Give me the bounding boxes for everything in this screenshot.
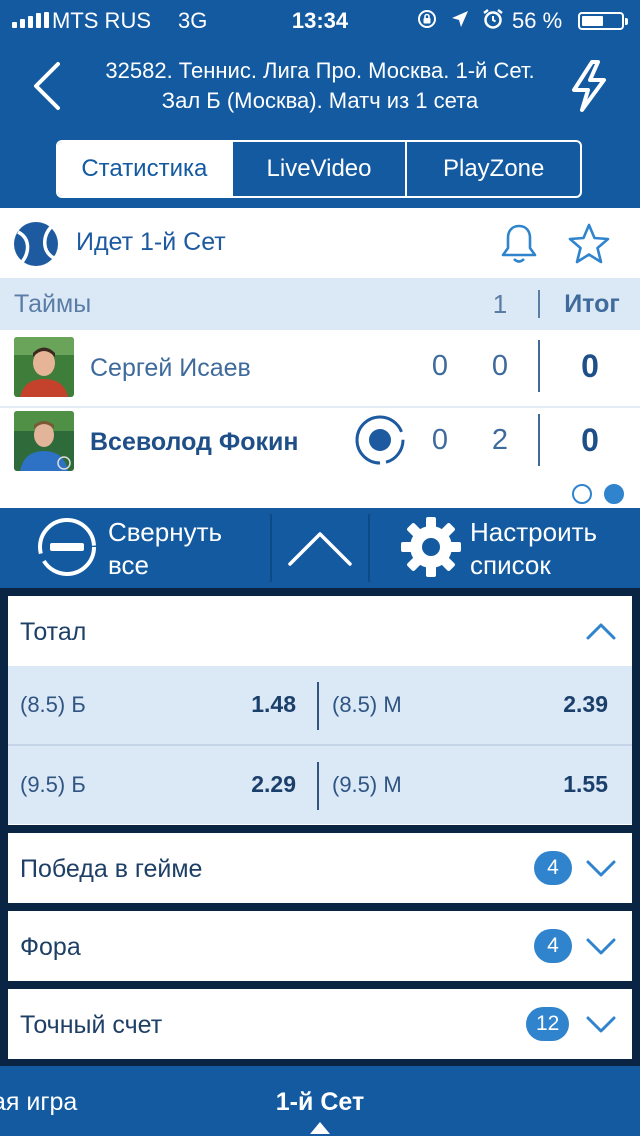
column-divider [538, 290, 540, 318]
odd-label: (9.5) М [332, 772, 402, 797]
player-name: Сергей Исаев [90, 354, 251, 382]
match-state-row: Идет 1-й Сет [0, 208, 640, 278]
odd-label: (8.5) Б [20, 692, 86, 717]
odd-label: (9.5) Б [20, 772, 86, 797]
avatar [14, 411, 74, 471]
periods-label: Таймы [14, 290, 92, 318]
divider [317, 762, 319, 810]
configure-list-button[interactable]: Настроить список [370, 508, 640, 588]
chevron-left-icon [34, 62, 60, 110]
quick-bet-button[interactable] [566, 58, 614, 114]
odd-value: 2.39 [563, 691, 608, 717]
tab-bar: Статистика LiveVideo PlayZone [56, 140, 582, 198]
game-score: 0 [491, 350, 509, 382]
page-title: 32582. Теннис. Лига Про. Москва. 1-й Сет… [105, 58, 535, 113]
page-dot-active[interactable] [604, 484, 624, 504]
match-state: Идет 1-й Сет [76, 228, 226, 256]
market-handicap[interactable]: Фора 4 [8, 911, 632, 981]
tab-statistics[interactable]: Статистика [58, 142, 233, 196]
count-badge: 4 [534, 851, 572, 885]
tab-playzone[interactable]: PlayZone [407, 142, 580, 196]
markets-list: Тотал (8.5) Б 1.48 (8.5) М 2.39 (9.5) Б … [0, 588, 640, 1066]
period-number: 1 [492, 289, 508, 319]
tab-livevideo[interactable]: LiveVideo [233, 142, 408, 196]
set-score: 0 [431, 350, 449, 382]
settings-label: список [470, 550, 551, 580]
chevron-down-icon [586, 860, 616, 877]
market-title: Точный счет [20, 1011, 163, 1039]
chevron-up-icon [586, 623, 616, 640]
game-score: 2 [491, 424, 509, 456]
set-score: 0 [431, 424, 449, 456]
collapse-all-button[interactable]: Свернуть все [0, 508, 270, 588]
chevron-down-icon [586, 938, 616, 955]
odds-row: (8.5) Б 1.48 (8.5) М 2.39 [8, 666, 632, 744]
period-tab-current[interactable]: 1-й Сет [0, 1088, 640, 1117]
divider [317, 682, 319, 730]
caret-up-icon [310, 1122, 330, 1134]
player-name: Всеволод Фокин [90, 428, 299, 456]
periods-header-row: Таймы 1 Итог [0, 278, 640, 330]
market-header[interactable]: Тотал [8, 596, 632, 666]
count-badge: 4 [534, 929, 572, 963]
page-indicator [572, 484, 624, 504]
markets-toolbar: Свернуть все Настроить список [0, 508, 640, 588]
star-icon[interactable] [566, 222, 612, 266]
settings-label: Настроить [470, 517, 598, 547]
player-row: Всеволод Фокин 0 2 0 [0, 408, 640, 482]
scroll-up-button[interactable] [272, 508, 368, 588]
lightning-icon [572, 60, 606, 112]
location-arrow-icon [452, 11, 468, 27]
total-score: 0 [581, 422, 599, 458]
total-score: 0 [581, 348, 599, 384]
odd-under-button[interactable]: (8.5) М 2.39 [320, 666, 620, 744]
avatar [14, 337, 74, 397]
odd-value: 1.48 [251, 691, 296, 717]
collapse-icon [38, 518, 96, 576]
bell-icon[interactable] [498, 222, 540, 266]
status-bar: MTS RUS 3G 13:34 56 % [0, 0, 640, 40]
alarm-clock-icon [483, 9, 503, 29]
market-title: Победа в гейме [20, 855, 203, 883]
scoreboard: Идет 1-й Сет Таймы 1 Итог Сергей Исаев 0… [0, 208, 640, 508]
odd-value: 1.55 [563, 771, 608, 797]
column-divider [538, 340, 540, 392]
battery-percent: 56 % [512, 8, 563, 33]
odd-over-button[interactable]: (9.5) Б 2.29 [8, 746, 308, 824]
chevron-down-icon [586, 1016, 616, 1033]
period-switcher: ая игра 1-й Сет [0, 1066, 640, 1136]
odd-label: (8.5) М [332, 692, 402, 717]
page-dot[interactable] [572, 484, 592, 504]
market-title: Фора [20, 933, 81, 961]
match-header: 32582. Теннис. Лига Про. Москва. 1-й Сет… [0, 40, 640, 208]
collapse-label: Свернуть [108, 517, 223, 547]
odd-value: 2.29 [251, 771, 296, 797]
total-column-label: Итог [564, 290, 620, 318]
gear-icon [401, 517, 461, 577]
player-row: Сергей Исаев 0 0 0 [0, 334, 640, 408]
chevron-up-icon [288, 532, 352, 566]
odds-row: (9.5) Б 2.29 (9.5) М 1.55 [8, 746, 632, 824]
market-total: Тотал (8.5) Б 1.48 (8.5) М 2.39 (9.5) Б … [8, 596, 632, 825]
odd-under-button[interactable]: (9.5) М 1.55 [320, 746, 620, 824]
market-exact-score[interactable]: Точный счет 12 [8, 989, 632, 1059]
market-title: Тотал [20, 618, 87, 646]
back-button[interactable] [22, 56, 72, 116]
serve-indicator-icon [355, 415, 405, 465]
orientation-lock-icon [418, 10, 436, 28]
market-game-winner[interactable]: Победа в гейме 4 [8, 833, 632, 903]
collapse-label: все [108, 550, 149, 580]
battery-icon [578, 12, 628, 30]
column-divider [538, 414, 540, 466]
tennis-ball-icon [14, 222, 58, 266]
odd-over-button[interactable]: (8.5) Б 1.48 [8, 666, 308, 744]
count-badge: 12 [526, 1007, 570, 1041]
